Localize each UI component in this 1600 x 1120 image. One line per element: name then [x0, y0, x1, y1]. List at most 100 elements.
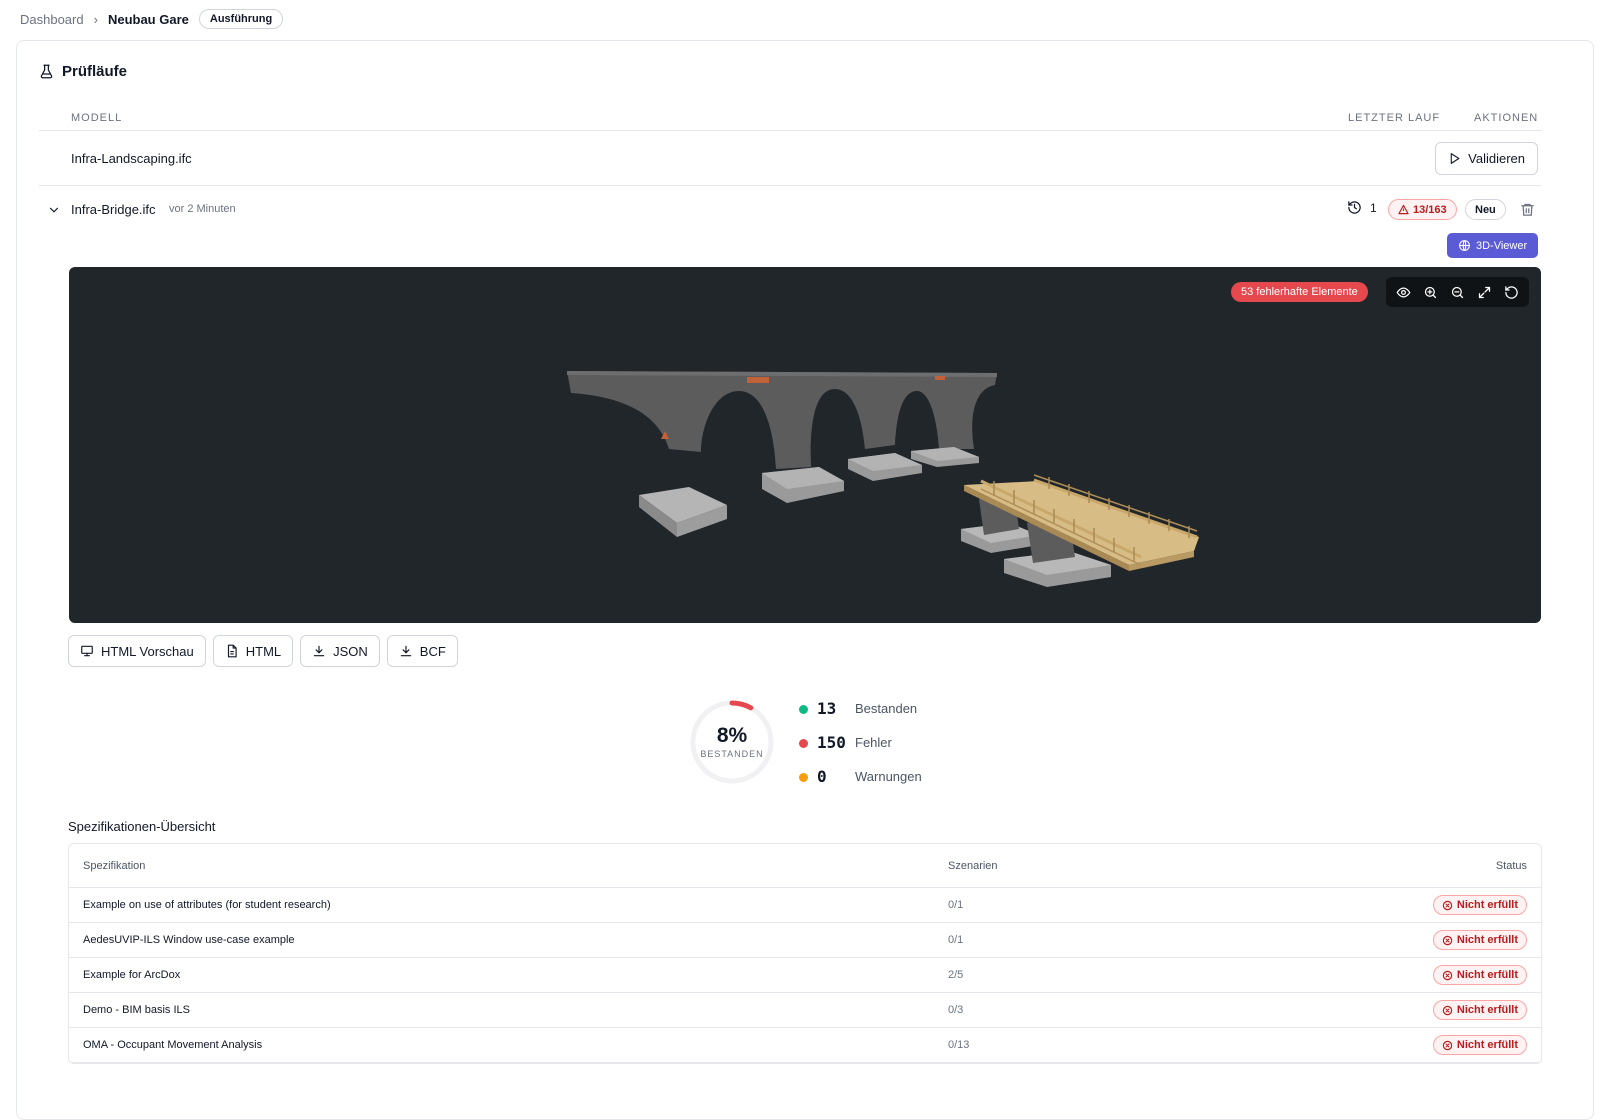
column-header-actions: AKTIONEN	[1474, 112, 1539, 124]
spec-name: OMA - Occupant Movement Analysis	[83, 1039, 263, 1051]
x-circle-icon	[1442, 970, 1453, 980]
new-badge: Neu	[1465, 199, 1506, 220]
status-badge: Nicht erfüllt	[1432, 965, 1527, 985]
trash-icon[interactable]	[1520, 202, 1535, 217]
html-export-label: HTML	[245, 643, 282, 659]
reset-view-button[interactable]	[1504, 284, 1520, 300]
spec-overview-title: Spezifikationen-Übersicht	[68, 819, 216, 834]
breadcrumb: Dashboard › Neubau Gare Ausführung	[20, 8, 284, 30]
validate-button[interactable]: Validieren	[1435, 142, 1538, 175]
monitor-icon	[81, 645, 93, 657]
model-name: Infra-Landscaping.ifc	[71, 151, 192, 166]
zoom-in-icon	[1424, 286, 1437, 298]
column-header-model: MODELL	[71, 112, 123, 124]
x-circle-icon	[1442, 935, 1453, 945]
chevron-down-icon[interactable]	[47, 203, 61, 217]
html-export-button[interactable]: HTML	[212, 635, 294, 667]
spec-name: AedesUVIP-ILS Window use-case example	[83, 934, 295, 946]
column-header-spec: Spezifikation	[83, 860, 146, 872]
zoom-out-button[interactable]	[1450, 284, 1466, 300]
spec-scenarios: 0/13	[948, 1039, 970, 1051]
spec-scenarios: 2/5	[948, 969, 964, 981]
status-badge: Nicht erfüllt	[1432, 1035, 1527, 1055]
status-label: Nicht erfüllt	[1456, 1039, 1518, 1051]
status-label: Nicht erfüllt	[1456, 899, 1518, 911]
status-badge: Nicht erfüllt	[1432, 1000, 1527, 1020]
3d-viewer[interactable]: 53 fehlerhafte Elemente	[69, 267, 1541, 623]
errors-label: Fehler	[855, 735, 892, 750]
reset-icon	[1505, 285, 1518, 299]
spec-table-header: Spezifikation Szenarien Status	[69, 844, 1541, 888]
spec-overview-table: Spezifikation Szenarien Status Example o…	[68, 843, 1542, 1064]
passed-dot	[799, 705, 808, 714]
table-row[interactable]: Example for ArcDox 2/5 Nicht erfüllt	[69, 958, 1541, 993]
3d-viewer-button-label: 3D-Viewer	[1476, 239, 1528, 252]
breadcrumb-dashboard-link[interactable]: Dashboard	[20, 12, 84, 27]
table-row[interactable]: AedesUVIP-ILS Window use-case example 0/1…	[69, 923, 1541, 958]
viewer-toolbar	[1386, 277, 1529, 307]
status-badge: Nicht erfüllt	[1432, 930, 1527, 950]
warnings-count: 0	[817, 767, 827, 786]
bcf-export-button[interactable]: BCF	[386, 635, 458, 667]
flask-icon	[40, 64, 53, 79]
spec-name: Demo - BIM basis ILS	[83, 1004, 190, 1016]
zoom-out-icon	[1451, 286, 1464, 298]
table-row[interactable]: OMA - Occupant Movement Analysis 0/13 Nich…	[69, 1028, 1541, 1063]
toggle-visibility-button[interactable]	[1396, 284, 1412, 300]
status-label: Nicht erfüllt	[1456, 969, 1518, 981]
table-row[interactable]: Demo - BIM basis ILS 0/3 Nicht erfüllt	[69, 993, 1541, 1028]
column-header-last-run: LETZTER LAUF	[1348, 112, 1441, 124]
errors-dot	[799, 739, 808, 748]
breadcrumb-separator: ›	[93, 11, 98, 27]
json-export-button[interactable]: JSON	[300, 635, 380, 667]
test-runs-card: Prüfläufe MODELL LETZTER LAUF AKTIONEN I…	[16, 40, 1594, 1120]
spec-scenarios: 0/1	[948, 899, 964, 911]
models-table-header: MODELL LETZTER LAUF AKTIONEN	[39, 105, 1541, 131]
status-label: Nicht erfüllt	[1456, 934, 1518, 946]
status-label: Nicht erfüllt	[1456, 1004, 1518, 1016]
spec-scenarios: 0/1	[948, 934, 964, 946]
spec-name: Example for ArcDox	[83, 969, 181, 981]
spec-scenarios: 0/3	[948, 1004, 964, 1016]
json-export-label: JSON	[333, 643, 368, 659]
bridge-model-render[interactable]	[69, 267, 1541, 623]
section-header: Prüfläufe	[39, 63, 127, 80]
faulty-element-highlight	[935, 376, 945, 380]
run-count: 1	[1370, 200, 1377, 215]
status-badge: Nicht erfüllt	[1432, 895, 1527, 915]
export-buttons: HTML Vorschau HTML JSON BCF	[68, 635, 458, 667]
model-timestamp: vor 2 Minuten	[169, 203, 236, 215]
pass-rate-caption: BESTANDEN	[700, 749, 764, 759]
errors-count: 150	[817, 733, 846, 752]
x-circle-icon	[1442, 1005, 1453, 1015]
history-icon	[1348, 201, 1361, 214]
expand-icon	[1478, 286, 1491, 298]
zoom-in-button[interactable]	[1423, 284, 1439, 300]
issues-badge: 13/163	[1388, 199, 1457, 220]
download-icon	[400, 645, 412, 657]
breadcrumb-current: Neubau Gare	[107, 11, 189, 27]
fullscreen-button[interactable]	[1477, 284, 1493, 300]
project-status-badge: Ausführung	[198, 9, 284, 29]
3d-viewer-button[interactable]: 3D-Viewer	[1447, 233, 1539, 258]
run-history[interactable]: 1	[1347, 200, 1377, 215]
spec-name: Example on use of attributes (for studen…	[83, 899, 331, 911]
html-preview-button[interactable]: HTML Vorschau	[68, 635, 206, 667]
bcf-export-label: BCF	[419, 643, 446, 659]
table-row: Infra-Landscaping.ifc Validieren	[39, 132, 1541, 186]
passed-count: 13	[817, 699, 837, 718]
eye-icon	[1396, 286, 1411, 298]
column-header-status: Status	[1495, 860, 1527, 872]
section-title: Prüfläufe	[62, 63, 128, 80]
column-header-scenarios: Szenarien	[948, 860, 998, 872]
pass-rate-percent: 8%	[716, 724, 748, 747]
x-circle-icon	[1442, 1040, 1453, 1050]
download-icon	[313, 645, 325, 657]
passed-label: Bestanden	[855, 701, 918, 716]
play-icon	[1450, 153, 1460, 164]
issues-count: 13/163	[1413, 203, 1447, 216]
table-row[interactable]: Example on use of attributes (for studen…	[69, 888, 1541, 923]
warning-triangle-icon	[1398, 204, 1409, 215]
x-circle-icon	[1442, 900, 1453, 910]
table-row-expanded[interactable]: Infra-Bridge.ifc vor 2 Minuten 1 13/163 …	[39, 187, 1541, 233]
